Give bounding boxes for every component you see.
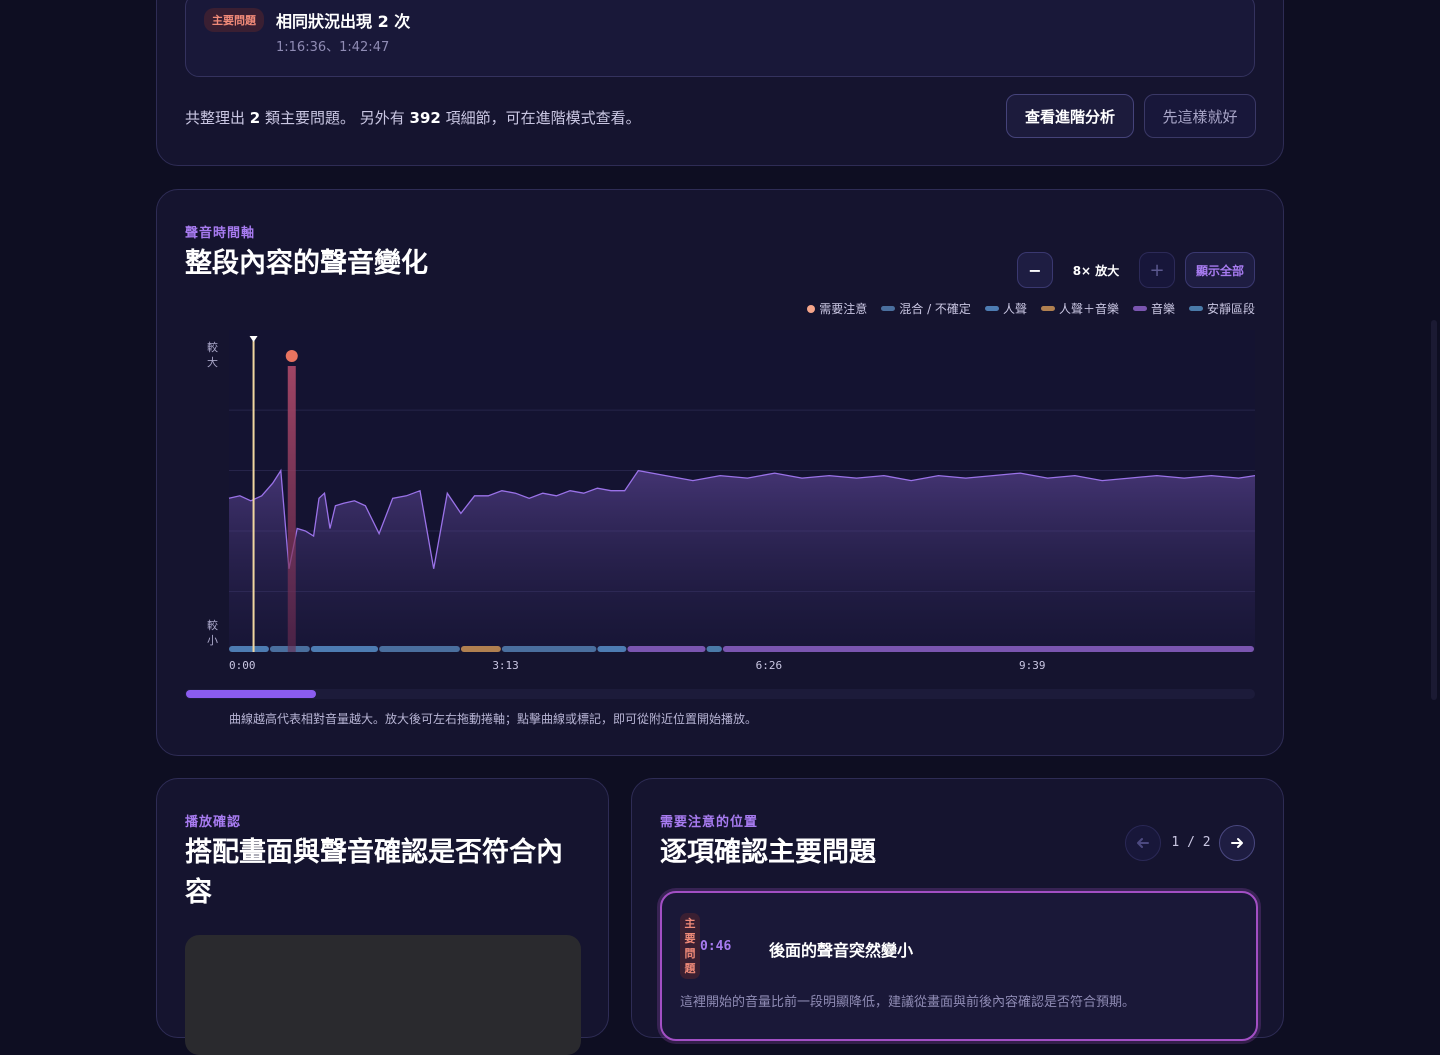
attention-marker-dot[interactable] xyxy=(285,350,298,362)
volume-chart[interactable]: 0:00 3:13 6:26 9:39 xyxy=(185,330,1255,680)
timeline-title: 整段內容的聲音變化 xyxy=(185,248,428,279)
issue-summary-card: 主要問題 相同狀況出現 2 次 1:16:36、1:42:47 共整理出 2 類… xyxy=(156,0,1284,166)
legend-swatch xyxy=(1132,306,1147,311)
legend-label: 人聲＋音樂 xyxy=(1058,302,1119,316)
legend-label: 需要注意 xyxy=(819,302,868,316)
issue-summary-text: 共整理出 2 類主要問題。 另外有 392 項細節，可在進階模式查看。 xyxy=(185,109,641,127)
page-scrollbar[interactable] xyxy=(1431,320,1437,700)
legend-swatch xyxy=(1040,306,1055,311)
x-tick-label: 6:26 xyxy=(756,659,783,672)
issue-times: 1:16:36、1:42:47 xyxy=(276,40,390,55)
video-player[interactable] xyxy=(185,935,581,1055)
detail-count: 392 xyxy=(409,109,441,127)
timeline-scroll-track[interactable] xyxy=(185,689,1255,699)
review-title: 逐項確認主要問題 xyxy=(660,837,876,868)
issue-item[interactable]: 主要問題 相同狀況出現 2 次 1:16:36、1:42:47 xyxy=(185,0,1255,77)
legend-swatch xyxy=(1188,306,1203,311)
segment-人聲＋音樂[interactable] xyxy=(460,646,501,652)
segment-混合 / 不確定[interactable] xyxy=(379,646,460,652)
next-button[interactable] xyxy=(1219,825,1255,861)
timeline-eyebrow: 聲音時間軸 xyxy=(185,226,256,241)
prev-button[interactable] xyxy=(1125,825,1161,861)
review-eyebrow: 需要注意的位置 xyxy=(660,815,759,830)
zoom-out-button[interactable]: − xyxy=(1017,252,1053,288)
review-item[interactable]: 主要問題 0:46 後面的聲音突然變小 這裡開始的音量比前一段明顯降低，建議從畫… xyxy=(660,891,1258,1041)
segment-音樂[interactable] xyxy=(627,646,706,652)
show-all-button[interactable]: 顯示全部 xyxy=(1185,252,1255,288)
segment-人聲[interactable] xyxy=(229,646,269,652)
legend-item: 混合 / 不確定 xyxy=(881,300,971,317)
timeline-card: 聲音時間軸 整段內容的聲音變化 − 8× 放大 + 顯示全部 需要注意 混合 / … xyxy=(156,189,1284,756)
legend-swatch xyxy=(984,306,999,311)
x-tick-label: 0:00 xyxy=(229,659,256,672)
x-tick-label: 9:39 xyxy=(1019,659,1046,672)
legend-label: 混合 / 不確定 xyxy=(899,302,971,316)
review-item-title: 後面的聲音突然變小 xyxy=(769,941,914,960)
review-item-badge: 主要問題 xyxy=(680,913,700,979)
legend-item: 人聲＋音樂 xyxy=(1040,300,1119,317)
arrow-right-icon xyxy=(1231,838,1243,848)
timeline-scroll-thumb[interactable] xyxy=(186,690,316,698)
legend-label: 人聲 xyxy=(1002,302,1027,316)
segment-音樂[interactable] xyxy=(722,646,1254,652)
legend-item: 安靜區段 xyxy=(1188,300,1255,317)
segment-人聲[interactable] xyxy=(597,646,627,652)
zoom-level: 8× 放大 xyxy=(1072,264,1120,278)
legend-item: 人聲 xyxy=(984,300,1027,317)
arrow-left-icon xyxy=(1137,838,1149,848)
legend-swatch xyxy=(881,306,896,311)
legend-label: 安靜區段 xyxy=(1206,302,1255,316)
issue-title: 相同狀況出現 2 次 xyxy=(276,12,411,31)
dismiss-button[interactable]: 先這樣就好 xyxy=(1144,94,1256,138)
x-axis-ticks: 0:00 3:13 6:26 9:39 xyxy=(229,659,1045,672)
pager-label: 1 / 2 xyxy=(1171,835,1211,850)
review-card: 需要注意的位置 逐項確認主要問題 1 / 2 主要問題 0:46 後面的聲音突然… xyxy=(631,778,1284,1041)
playback-title: 搭配畫面與聲音確認是否符合內 容 xyxy=(185,837,563,908)
playback-card: 播放確認 搭配畫面與聲音確認是否符合內 容 xyxy=(156,778,609,1055)
segment-track[interactable] xyxy=(229,646,1254,652)
zoom-in-button[interactable]: + xyxy=(1139,252,1175,288)
main-issue-count: 2 xyxy=(249,109,261,127)
legend-item: 音樂 xyxy=(1132,300,1175,317)
review-item-description: 這裡開始的音量比前一段明顯降低，建議從畫面與前後內容確認是否符合預期。 xyxy=(680,995,1136,1010)
attention-marker-band[interactable] xyxy=(287,366,296,652)
playback-eyebrow: 播放確認 xyxy=(185,815,242,830)
advanced-analysis-button[interactable]: 查看進階分析 xyxy=(1006,94,1134,138)
x-tick-label: 3:13 xyxy=(492,659,518,672)
legend-item: 需要注意 xyxy=(807,300,867,317)
issue-badge: 主要問題 xyxy=(204,8,264,32)
segment-人聲[interactable] xyxy=(310,646,379,652)
legend-label: 音樂 xyxy=(1150,302,1175,316)
chart-legend: 需要注意 混合 / 不確定 人聲 人聲＋音樂 音樂 安靜區段 xyxy=(807,300,1255,317)
segment-安靜區段[interactable] xyxy=(706,646,722,652)
legend-swatch xyxy=(807,304,816,313)
segment-混合 / 不確定[interactable] xyxy=(501,646,597,652)
timeline-help-text: 曲線越高代表相對音量越大。放大後可左右拖動捲軸；點擊曲線或標記，即可從附近位置開… xyxy=(229,712,758,726)
review-item-time[interactable]: 0:46 xyxy=(700,939,731,954)
